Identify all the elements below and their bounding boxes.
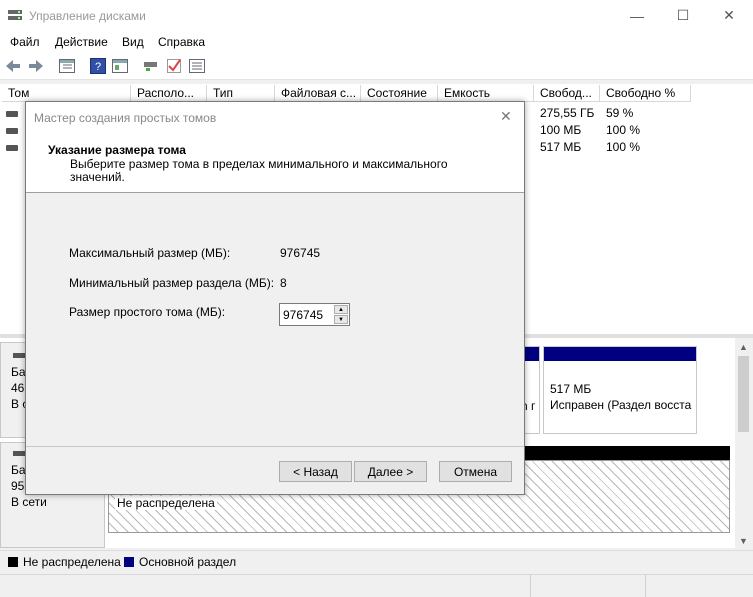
scroll-up-icon[interactable]: ▲ <box>739 342 748 352</box>
partition-header <box>544 347 696 361</box>
wizard-footer-divider <box>26 446 524 447</box>
status-divider <box>645 575 646 597</box>
disk-0-type: Ба <box>11 365 26 379</box>
menu-action[interactable]: Действие <box>55 35 108 49</box>
wizard-title: Мастер создания простых томов <box>34 111 217 125</box>
wizard-heading: Указание размера тома <box>48 143 186 157</box>
forward-arrow-icon[interactable] <box>27 57 45 75</box>
unallocated-label: Не распределена <box>115 496 217 510</box>
disk-management-icon <box>8 10 22 20</box>
disk-map-scrollbar[interactable]: ▲ ▼ <box>735 338 752 550</box>
legend-unallocated-label: Не распределена <box>23 555 121 569</box>
column-header-volume[interactable]: Том <box>2 85 131 102</box>
volume-icon <box>6 128 18 134</box>
legend-primary-label: Основной раздел <box>139 555 237 569</box>
max-size-label: Максимальный размер (МБ): <box>69 246 231 260</box>
column-header-capacity[interactable]: Емкость <box>438 85 534 102</box>
table-cell-free-percent: 100 % <box>606 123 641 137</box>
scroll-thumb[interactable] <box>738 356 749 432</box>
minimize-icon: — <box>630 7 644 24</box>
column-header-free-percent[interactable]: Свободно % <box>600 85 691 102</box>
properties-icon[interactable] <box>111 57 129 75</box>
partition-recovery-size: 517 МБ <box>550 382 592 396</box>
menu-view[interactable]: Вид <box>122 35 144 49</box>
connect-disk-icon[interactable] <box>142 57 160 75</box>
close-icon: ✕ <box>723 7 735 23</box>
volume-size-stepper[interactable]: 976745 ▲ ▼ <box>279 303 350 326</box>
wizard-title-bar: Мастер создания простых томов ✕ <box>26 102 524 132</box>
legend-primary-swatch <box>124 557 134 567</box>
disk-1-type: Ба <box>11 463 26 477</box>
back-button[interactable]: < Назад <box>279 461 352 482</box>
disk-icon <box>13 451 25 456</box>
status-divider <box>530 575 531 597</box>
stepper-up-icon[interactable]: ▲ <box>334 305 348 314</box>
window-title: Управление дисками <box>29 9 146 23</box>
partition-recovery-status: Исправен (Раздел восста <box>550 398 692 412</box>
min-size-value: 8 <box>280 276 287 290</box>
disk-icon <box>13 353 25 358</box>
disk-1-status: В сети <box>11 495 47 509</box>
check-icon[interactable] <box>165 57 183 75</box>
column-header-layout[interactable]: Располо... <box>131 85 207 102</box>
menu-help[interactable]: Справка <box>158 35 205 49</box>
menu-bar <box>0 31 753 53</box>
volume-icon <box>6 145 18 151</box>
minimize-button[interactable]: — <box>614 0 660 31</box>
maximize-button[interactable]: ☐ <box>660 0 706 31</box>
stepper-down-icon[interactable]: ▼ <box>334 315 348 324</box>
close-button[interactable]: ✕ <box>706 0 752 31</box>
table-cell-free: 275,55 ГБ <box>540 106 595 120</box>
column-header-filesystem[interactable]: Файловая с... <box>275 85 361 102</box>
table-cell-free: 517 МБ <box>540 140 582 154</box>
min-size-label: Минимальный размер раздела (МБ): <box>69 276 275 290</box>
volume-size-input[interactable]: 976745 <box>283 308 323 322</box>
next-button[interactable]: Далее > <box>354 461 427 482</box>
table-cell-free-percent: 100 % <box>606 140 641 154</box>
svg-text:?: ? <box>95 61 101 73</box>
table-cell-free-percent: 59 % <box>606 106 634 120</box>
legend-unallocated-swatch <box>8 557 18 567</box>
volume-icon <box>6 111 18 117</box>
status-bar <box>0 574 753 597</box>
wizard-close-icon[interactable]: ✕ <box>500 108 512 125</box>
max-size-value: 976745 <box>280 246 321 260</box>
help-icon[interactable]: ? <box>89 57 107 75</box>
legend: Не распределена Основной раздел <box>0 550 753 575</box>
list-view-icon[interactable] <box>188 57 206 75</box>
menu-file[interactable]: Файл <box>10 35 40 49</box>
new-simple-volume-wizard: Мастер создания простых томов ✕ Указание… <box>25 101 525 495</box>
wizard-header: Указание размера тома Выберите размер то… <box>26 132 524 193</box>
cancel-button[interactable]: Отмена <box>439 461 512 482</box>
volume-size-label: Размер простого тома (МБ): <box>69 305 226 319</box>
title-bar: Управление дисками — ☐ ✕ <box>0 0 753 31</box>
scroll-down-icon[interactable]: ▼ <box>739 536 748 546</box>
console-tree-icon[interactable] <box>58 57 76 75</box>
wizard-description: Выберите размер тома в пределах минималь… <box>70 157 448 184</box>
column-header-type[interactable]: Тип <box>207 85 275 102</box>
maximize-icon: ☐ <box>676 7 690 23</box>
table-cell-free: 100 МБ <box>540 123 582 137</box>
back-arrow-icon[interactable] <box>4 57 22 75</box>
partition-recovery[interactable]: 517 МБ Исправен (Раздел восста <box>543 346 697 434</box>
column-header-status[interactable]: Состояние <box>361 85 438 102</box>
column-header-free[interactable]: Свобод... <box>534 85 600 102</box>
